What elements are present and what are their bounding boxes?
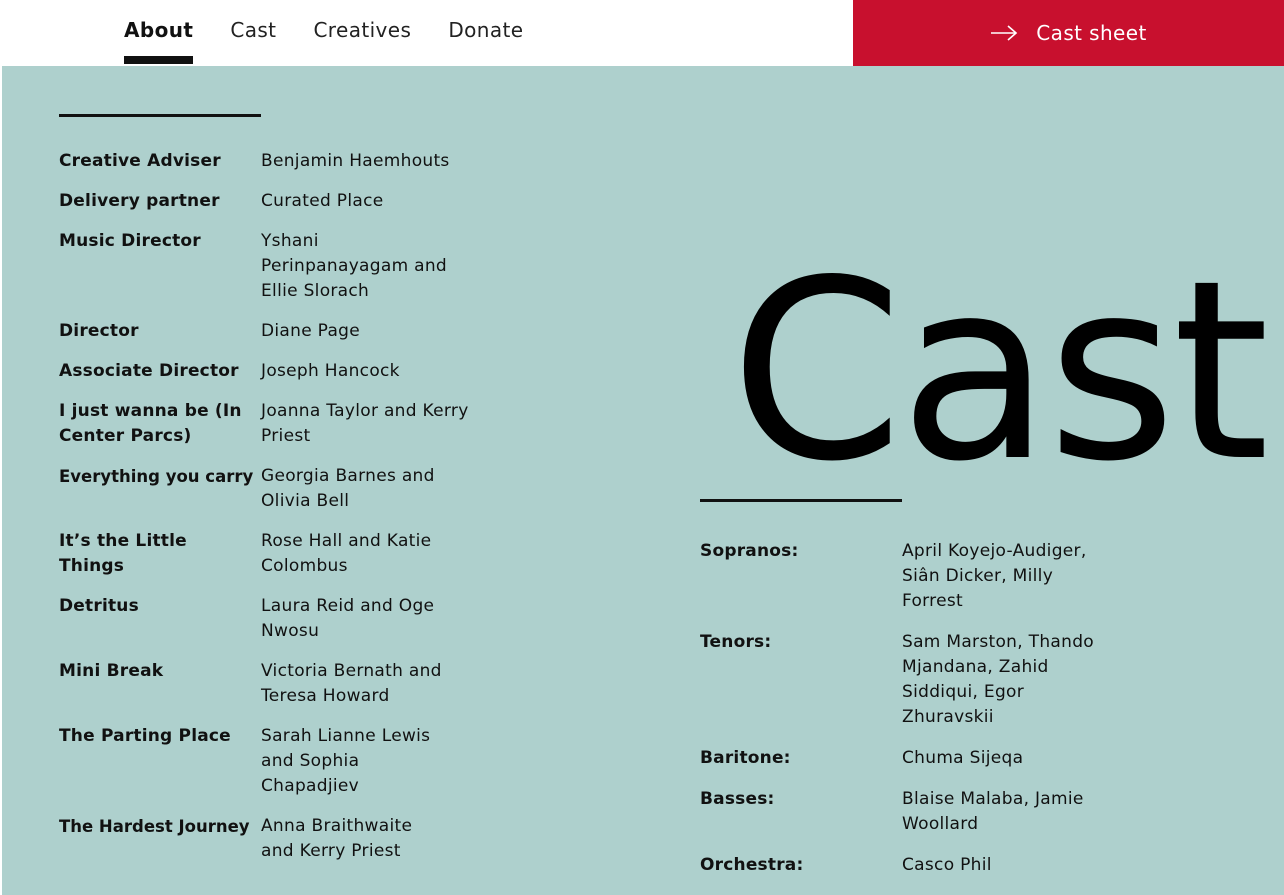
credit-role: Associate Director bbox=[59, 361, 239, 381]
credit-name: Laura Reid and Oge Nwosu bbox=[261, 596, 435, 641]
credit-row: Creative Adviser Benjamin Haemhouts bbox=[59, 149, 479, 174]
voice-part: Baritone: bbox=[700, 748, 791, 768]
page: About Cast Creatives Donate Cast sheet C… bbox=[0, 0, 1284, 895]
credit-name: Benjamin Haemhouts bbox=[261, 151, 450, 171]
credit-row: Delivery partner Curated Place bbox=[59, 189, 479, 214]
credit-role: Delivery partner bbox=[59, 191, 220, 211]
credit-row: Associate Director Joseph Hancock bbox=[59, 359, 479, 384]
cast-row: Baritone: Chuma Sijeqa bbox=[700, 746, 1120, 771]
voice-part: Basses: bbox=[700, 789, 775, 809]
cast-divider bbox=[700, 499, 902, 502]
cast-list: Sopranos: April Koyejo-Audiger, Siân Dic… bbox=[700, 539, 1120, 894]
credit-name: Anna Braithwaite and Kerry Priest bbox=[261, 816, 413, 861]
credit-row: It’s the Little Things Rose Hall and Kat… bbox=[59, 529, 479, 579]
credit-role: Mini Break bbox=[59, 661, 164, 681]
credit-name: Diane Page bbox=[261, 321, 361, 341]
voice-names: Chuma Sijeqa bbox=[902, 748, 1024, 768]
credits-list: Creative Adviser Benjamin Haemhouts Deli… bbox=[59, 149, 479, 879]
tab-donate[interactable]: Donate bbox=[448, 0, 523, 66]
credit-role: Everything you carry bbox=[59, 467, 254, 486]
voice-part: Orchestra: bbox=[700, 855, 804, 875]
credit-name: Yshani Perinpanayagam and Ellie Slorach bbox=[261, 231, 448, 301]
voice-part: Sopranos: bbox=[700, 541, 799, 561]
cast-row: Tenors: Sam Marston, Thando Mjandana, Za… bbox=[700, 630, 1120, 730]
credit-role: The Parting Place bbox=[59, 726, 231, 746]
credit-row: Mini Break Victoria Bernath and Teresa H… bbox=[59, 659, 479, 709]
credit-role: The Hardest Journey bbox=[59, 817, 250, 836]
credit-role: Detritus bbox=[59, 596, 139, 616]
arrow-right-icon bbox=[991, 25, 1018, 41]
cast-row: Orchestra: Casco Phil bbox=[700, 853, 1120, 878]
credit-name: Georgia Barnes and Olivia Bell bbox=[261, 466, 435, 511]
credit-role: Director bbox=[59, 321, 139, 341]
credit-role: Creative Adviser bbox=[59, 151, 221, 171]
credit-row: The Parting Place Sarah Lianne Lewis and… bbox=[59, 724, 479, 799]
credit-name: Sarah Lianne Lewis and Sophia Chapadjiev bbox=[261, 726, 431, 796]
credit-row: Everything you carry Georgia Barnes and … bbox=[59, 464, 479, 514]
voice-part: Tenors: bbox=[700, 632, 772, 652]
credit-row: The Hardest Journey Anna Braithwaite and… bbox=[59, 814, 479, 864]
credit-role: I just wanna be (In Center Parcs) bbox=[59, 401, 242, 446]
voice-names: Casco Phil bbox=[902, 855, 992, 875]
credit-row: Detritus Laura Reid and Oge Nwosu bbox=[59, 594, 479, 644]
tab-creatives[interactable]: Creatives bbox=[313, 0, 411, 66]
credit-role: Music Director bbox=[59, 231, 201, 251]
credit-name: Joseph Hancock bbox=[261, 361, 400, 381]
credit-row: Director Diane Page bbox=[59, 319, 479, 344]
credit-row: Music Director Yshani Perinpanayagam and… bbox=[59, 229, 479, 304]
cast-sheet-button[interactable]: Cast sheet bbox=[853, 0, 1284, 66]
credit-row: I just wanna be (In Center Parcs) Joanna… bbox=[59, 399, 479, 449]
credit-role: It’s the Little Things bbox=[59, 531, 187, 576]
cast-heading: Cast bbox=[730, 228, 1270, 516]
credits-divider bbox=[59, 114, 261, 117]
tab-cast[interactable]: Cast bbox=[230, 0, 276, 66]
tab-bar: About Cast Creatives Donate bbox=[124, 0, 560, 66]
voice-names: Sam Marston, Thando Mjandana, Zahid Sidd… bbox=[902, 632, 1094, 727]
credit-name: Victoria Bernath and Teresa Howard bbox=[261, 661, 442, 706]
voice-names: Blaise Malaba, Jamie Woollard bbox=[902, 789, 1084, 834]
credit-name: Rose Hall and Katie Colombus bbox=[261, 531, 432, 576]
cast-row: Sopranos: April Koyejo-Audiger, Siân Dic… bbox=[700, 539, 1120, 614]
tab-about[interactable]: About bbox=[124, 0, 194, 66]
credit-name: Joanna Taylor and Kerry Priest bbox=[261, 401, 469, 446]
cast-row: Basses: Blaise Malaba, Jamie Woollard bbox=[700, 787, 1120, 837]
cast-sheet-label: Cast sheet bbox=[1036, 21, 1147, 45]
credit-name: Curated Place bbox=[261, 191, 384, 211]
top-navigation: About Cast Creatives Donate Cast sheet bbox=[0, 0, 1284, 66]
voice-names: April Koyejo-Audiger, Siân Dicker, Milly… bbox=[902, 541, 1087, 611]
